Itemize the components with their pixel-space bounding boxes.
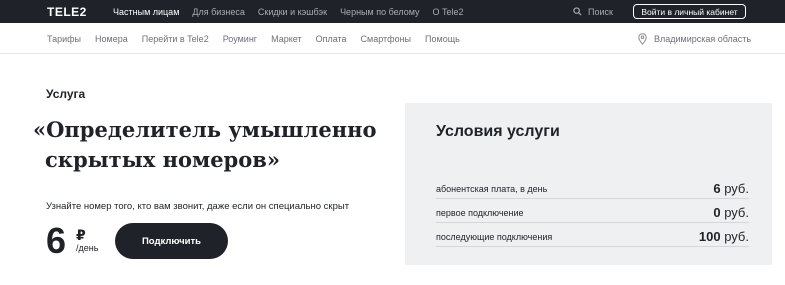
sub-nav-item-payment[interactable]: Оплата [316,34,347,44]
condition-label: последующие подключения [436,232,553,242]
sub-nav-item-help[interactable]: Помощь [425,34,460,44]
sub-nav-item-roaming[interactable]: Роуминг [223,34,257,44]
conditions-title: Условия услуги [436,123,560,140]
page-title: «Определитель умышленно скрытых номеров» [33,115,377,175]
condition-value: 6 руб. [713,181,749,196]
top-bar: TELE2 Частным лицам Для бизнеса Скидки и… [0,0,785,23]
condition-row: абонентская плата, в день 6 руб. [436,175,749,199]
service-kicker: Услуга [46,87,86,101]
page-title-line-1: «Определитель умышленно [33,117,377,142]
condition-label: первое подключение [436,208,524,218]
sub-nav-item-smartphones[interactable]: Смартфоны [361,34,411,44]
top-nav-item-discounts[interactable]: Скидки и кэшбэк [258,7,327,17]
condition-amount: 0 [713,205,721,220]
top-nav-item-about[interactable]: О Tele2 [433,7,464,17]
condition-unit: руб. [724,205,749,220]
condition-unit: руб. [724,181,749,196]
region-label: Владимирская область [654,33,752,44]
search-button[interactable]: Поиск [573,0,613,23]
condition-amount: 100 [698,229,721,244]
condition-row: первое подключение 0 руб. [436,199,749,223]
condition-amount: 6 [713,181,721,196]
condition-value: 100 руб. [699,229,749,244]
sub-nav-item-tariffs[interactable]: Тарифы [47,34,81,44]
condition-value: 0 руб. [713,205,749,220]
page-title-line-2: скрытых номеров» [45,147,280,172]
price-value: 6 [46,220,67,261]
sub-nav-item-market[interactable]: Маркет [271,34,301,44]
condition-label: абонентская плата, в день [436,184,548,194]
search-icon [573,7,582,16]
service-description: Узнайте номер того, кто вам звонит, даже… [46,201,350,212]
location-pin-icon [638,32,647,45]
conditions-card: Условия услуги абонентская плата, в день… [405,103,772,265]
top-nav-item-business[interactable]: Для бизнеса [192,7,245,17]
connect-button[interactable]: Подключить [115,223,228,259]
sub-nav-item-numbers[interactable]: Номера [95,34,128,44]
tele2-logo[interactable]: TELE2 [47,4,87,19]
logo-text: TELE2 [47,4,87,19]
sub-nav: Тарифы Номера Перейти в Tele2 Роуминг Ма… [0,23,785,54]
region-selector[interactable]: Владимирская область [638,23,751,54]
condition-unit: руб. [724,229,749,244]
top-nav-item-black-on-white[interactable]: Черным по белому [340,7,419,17]
currency-symbol: ₽ [76,227,86,243]
top-nav: Частным лицам Для бизнеса Скидки и кэшбэ… [113,0,477,23]
search-label: Поиск [588,6,613,17]
condition-row: последующие подключения 100 руб. [436,223,749,247]
top-nav-item-private[interactable]: Частным лицам [113,7,179,17]
price-unit: /день [76,243,99,253]
sub-nav-item-switch-to-tele2[interactable]: Перейти в Tele2 [142,34,209,44]
login-button[interactable]: Войти в личный кабинет [633,4,746,19]
